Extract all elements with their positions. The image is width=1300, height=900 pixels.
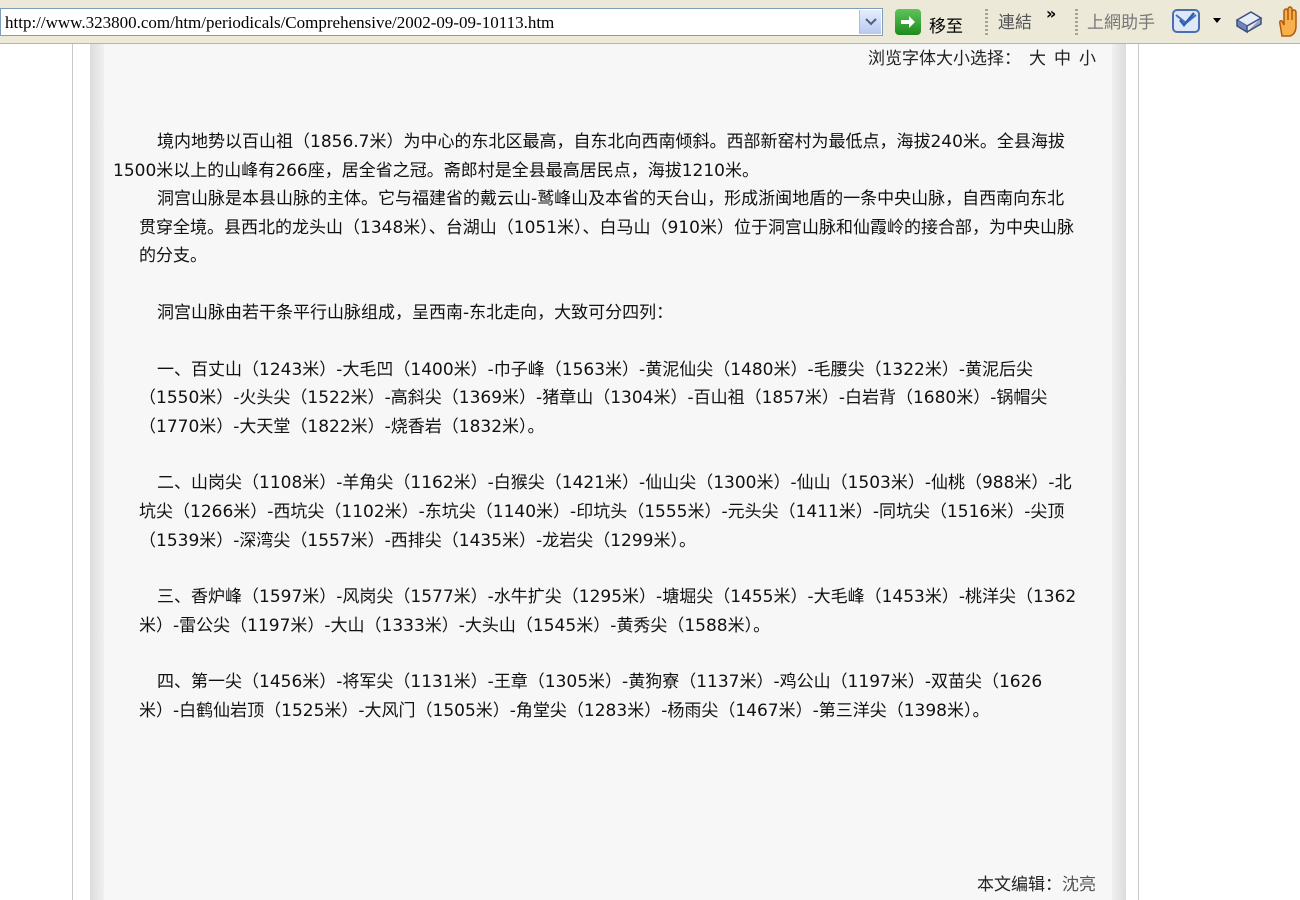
paragraph-row-two: 二、山岗尖（1108米）-羊角尖（1162米）-白猴尖（1421米）-仙山尖（1… [139,473,1072,551]
address-toolbar: http://www.323800.com/htm/periodicals/Co… [0,0,1300,44]
hand-icon[interactable] [1276,6,1300,38]
paragraph-row-one: 一、百丈山（1243米）-大毛凹（1400米）-巾子峰（1563米）-黄泥仙尖（… [139,359,1048,437]
paragraph-dongong-range: 洞宫山脉是本县山脉的主体。它与福建省的戴云山-鹫峰山及本省的天台山，形成浙闽地盾… [139,189,1074,267]
article-body: 境内地势以百山祖（1856.7米）为中心的东北区最高，自东北向西南倾斜。西部新窑… [113,128,1103,726]
column-shadow-right [1112,44,1126,900]
font-size-medium-link[interactable]: 中 [1054,49,1071,69]
paragraph-terrain: 境内地势以百山祖（1856.7米）为中心的东北区最高，自东北向西南倾斜。西部新窑… [113,132,1065,181]
column-shadow-left [90,44,104,900]
paragraph-range-intro: 洞宫山脉由若干条平行山脉组成，呈西南-东北走向，大致可分四列： [157,302,674,323]
mail-icon[interactable] [1172,8,1200,34]
links-chevron-icon[interactable]: » [1046,4,1056,23]
right-border [1138,44,1139,900]
chevron-down-icon [865,18,877,26]
left-border [72,44,73,900]
paragraph-row-four: 四、第一尖（1456米）-将军尖（1131米）-王章（1305米）-黄狗寮（11… [139,672,1043,721]
links-button[interactable]: 連結 [998,8,1032,33]
go-button-label: 移至 [929,17,963,37]
address-url[interactable]: http://www.323800.com/htm/periodicals/Co… [5,13,554,33]
font-size-selector: 浏览字体大小选择： 大中小 [868,44,1096,69]
mail-dropdown-icon[interactable] [1213,18,1221,24]
address-dropdown-button[interactable] [859,10,881,34]
font-size-large-link[interactable]: 大 [1029,49,1046,69]
print-icon[interactable] [1233,8,1263,34]
address-input[interactable]: http://www.323800.com/htm/periodicals/Co… [0,8,883,36]
go-button[interactable]: 移至 [893,7,973,37]
helper-button[interactable]: 上網助手 [1087,8,1155,33]
editor-credit: 本文编辑：沈亮 [977,870,1096,895]
toolbar-separator [985,9,988,35]
font-size-small-link[interactable]: 小 [1079,49,1096,69]
toolbar-separator [1075,9,1078,35]
editor-label: 本文编辑： [977,875,1062,895]
editor-name: 沈亮 [1062,875,1096,895]
paragraph-row-three: 三、香炉峰（1597米）-风岗尖（1577米）-水牛扩尖（1295米）-塘堀尖（… [139,587,1077,636]
font-size-label: 浏览字体大小选择： [868,49,1021,69]
go-arrow-icon [895,9,921,35]
